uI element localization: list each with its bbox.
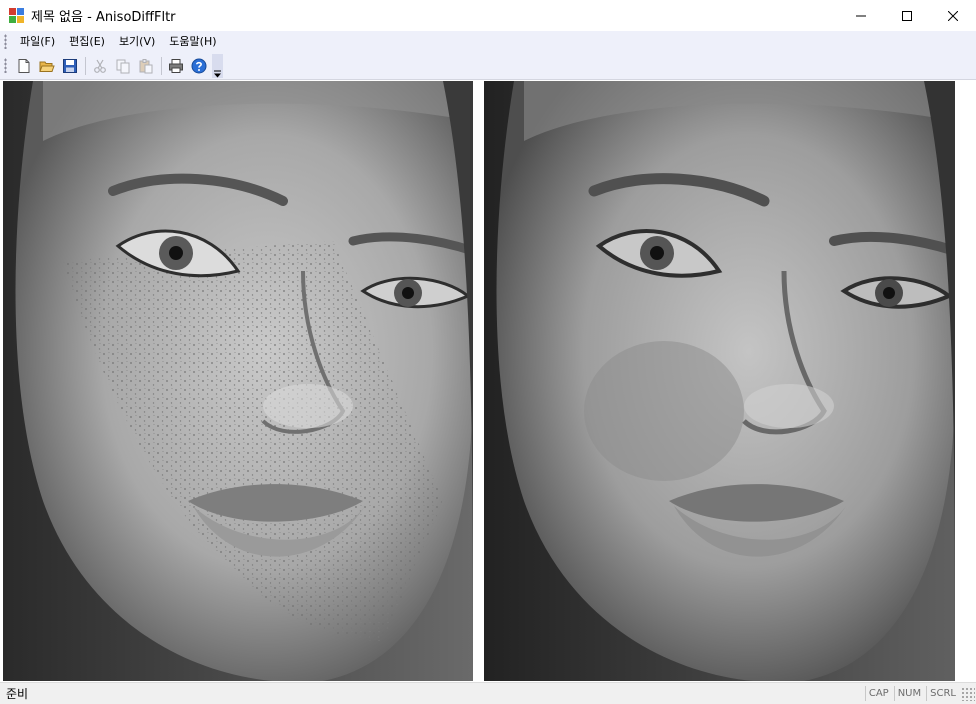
minimize-icon: [856, 15, 866, 16]
menu-help[interactable]: 도움말(H): [162, 32, 223, 51]
app-icon[interactable]: [9, 7, 25, 24]
save-icon: [63, 58, 77, 73]
original-image: [3, 81, 473, 681]
menu-edit[interactable]: 편집(E): [62, 32, 112, 51]
caps-lock-indicator: CAP: [864, 686, 892, 701]
new-file-icon: [18, 58, 30, 73]
menu-file[interactable]: 파일(F): [13, 32, 62, 51]
title-bar[interactable]: 제목 없음 - AnisoDiffFltr: [0, 0, 976, 31]
menu-view[interactable]: 보기(V): [112, 32, 162, 51]
toolbar-grip[interactable]: [4, 58, 7, 73]
status-text: 준비: [6, 687, 29, 701]
cut-icon: [94, 59, 106, 73]
filtered-image: [484, 81, 955, 681]
toolbar-overflow-icon: [214, 70, 221, 77]
open-button[interactable]: [36, 55, 58, 77]
toolbar: [0, 52, 976, 80]
menubar-grip[interactable]: [4, 34, 7, 49]
toolbar-separator: [161, 56, 162, 75]
maximize-button[interactable]: [884, 0, 930, 31]
save-button[interactable]: [59, 55, 81, 77]
cut-button[interactable]: [89, 55, 111, 77]
help-button[interactable]: [188, 55, 210, 77]
maximize-icon: [902, 10, 912, 21]
resize-grip[interactable]: [961, 686, 975, 701]
new-button[interactable]: [13, 55, 35, 77]
close-icon: [948, 10, 958, 21]
close-button[interactable]: [930, 0, 976, 31]
print-button[interactable]: [165, 55, 187, 77]
minimize-button[interactable]: [838, 0, 884, 31]
toolbar-separator: [85, 56, 86, 75]
image-view: [0, 80, 976, 682]
status-bar: 준비 CAP NUM SCRL: [0, 682, 976, 704]
paste-button[interactable]: [135, 55, 157, 77]
help-icon: [191, 58, 207, 73]
toolbar-overflow-button[interactable]: [212, 53, 223, 78]
scroll-lock-indicator: SCRL: [926, 686, 959, 701]
open-folder-icon: [39, 61, 55, 72]
print-icon: [169, 58, 183, 73]
menu-bar: 파일(F) 편집(E) 보기(V) 도움말(H): [0, 31, 976, 52]
num-lock-indicator: NUM: [893, 686, 924, 701]
copy-button[interactable]: [112, 55, 134, 77]
paste-icon: [139, 58, 153, 73]
copy-icon: [116, 59, 130, 73]
window-title: 제목 없음 - AnisoDiffFltr: [31, 10, 176, 25]
